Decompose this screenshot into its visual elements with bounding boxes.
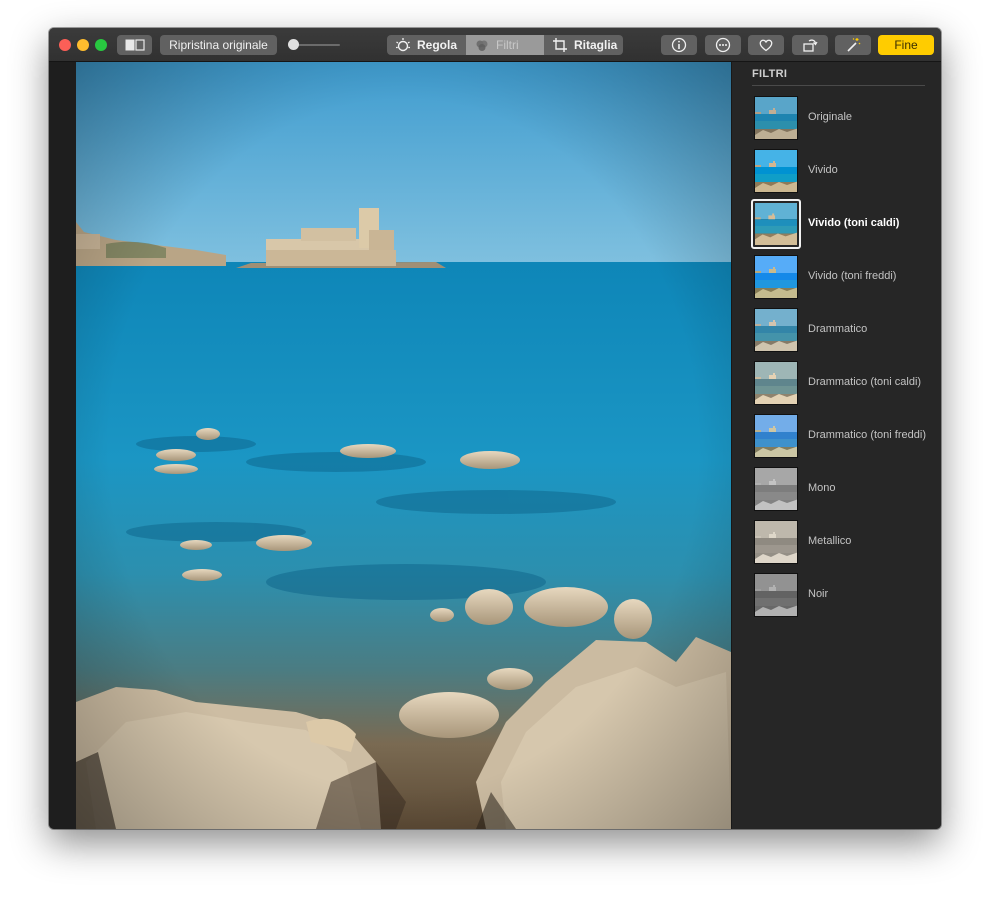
filter-thumbnail [754, 573, 798, 617]
compare-icon [125, 39, 145, 51]
tab-adjust[interactable]: Regola [387, 35, 466, 55]
filters-circles-icon [476, 40, 488, 51]
filter-label-selected: Vivido (toni caldi) [808, 217, 900, 229]
filter-thumbnail [754, 414, 798, 458]
seascape-photo [76, 62, 731, 829]
filter-label: Originale [808, 111, 853, 123]
minimize-window-button[interactable] [77, 39, 89, 51]
filter-label: Drammatico (toni freddi) [808, 429, 926, 441]
zoom-window-button[interactable] [95, 39, 107, 51]
filters-heading: FILTRI [752, 68, 788, 80]
favorite-button[interactable] [748, 35, 784, 55]
info-icon [671, 37, 687, 53]
filter-label: Drammatico [808, 323, 868, 335]
filter-thumbnail-selected [751, 199, 801, 249]
rotate-button[interactable] [792, 35, 828, 55]
photo-canvas [76, 62, 731, 829]
rotate-icon [803, 39, 818, 52]
filter-label: Vivido (toni freddi) [808, 270, 897, 282]
filter-thumbnail [754, 255, 798, 299]
toolbar: Ripristina originale Regola Filtri Ritag… [49, 28, 941, 62]
filter-thumbnail [754, 149, 798, 193]
tab-crop[interactable]: Ritaglia [544, 35, 623, 55]
heart-icon [759, 39, 773, 52]
filter-thumbnail [754, 308, 798, 352]
more-options-button[interactable] [705, 35, 741, 55]
filter-thumbnail [754, 520, 798, 564]
filter-label: Vivido [808, 164, 838, 176]
tab-adjust-label: Regola [417, 38, 458, 52]
filter-label: Metallico [808, 535, 852, 547]
filter-drammatico[interactable]: Drammatico [732, 308, 941, 361]
filter-vivido-toni-caldi[interactable]: Vivido (toni caldi) [732, 199, 941, 255]
filter-drammatico-toni-freddi[interactable]: Drammatico (toni freddi) [732, 414, 941, 467]
revert-original-button[interactable]: Ripristina originale [160, 35, 277, 55]
auto-enhance-button[interactable] [835, 35, 871, 55]
more-options-icon [715, 37, 731, 53]
filter-mono[interactable]: Mono [732, 467, 941, 520]
filter-originale[interactable]: Originale [732, 96, 941, 149]
done-button[interactable]: Fine [878, 35, 934, 55]
filter-label: Drammatico (toni caldi) [808, 376, 922, 388]
filter-thumbnail [754, 467, 798, 511]
filter-vivido[interactable]: Vivido [732, 149, 941, 202]
adjust-dial-icon [396, 38, 410, 52]
tab-crop-label: Ritaglia [574, 38, 618, 52]
magic-wand-icon [847, 38, 861, 52]
compare-button[interactable] [117, 35, 152, 55]
filter-drammatico-toni-caldi[interactable]: Drammatico (toni caldi) [732, 361, 941, 414]
filter-label: Noir [808, 588, 829, 600]
filters-divider [752, 85, 925, 86]
tab-filters-label: Filtri [496, 38, 519, 52]
filter-thumbnail [754, 361, 798, 405]
filter-noir[interactable]: Noir [732, 573, 941, 626]
crop-icon [553, 38, 567, 52]
close-window-button[interactable] [59, 39, 71, 51]
filter-label: Mono [808, 482, 836, 494]
filter-metallico[interactable]: Metallico [732, 520, 941, 573]
filters-sidebar: FILTRI Originale Vivido Vivido (toni cal… [731, 62, 941, 829]
zoom-slider-knob[interactable] [288, 39, 299, 50]
photos-edit-window: Ripristina originale Regola Filtri Ritag… [49, 28, 941, 829]
tab-filters[interactable]: Filtri [466, 35, 544, 55]
info-button[interactable] [661, 35, 697, 55]
left-margin [49, 62, 76, 829]
filter-thumbnail [754, 96, 798, 140]
filter-vivido-toni-freddi[interactable]: Vivido (toni freddi) [732, 255, 941, 308]
